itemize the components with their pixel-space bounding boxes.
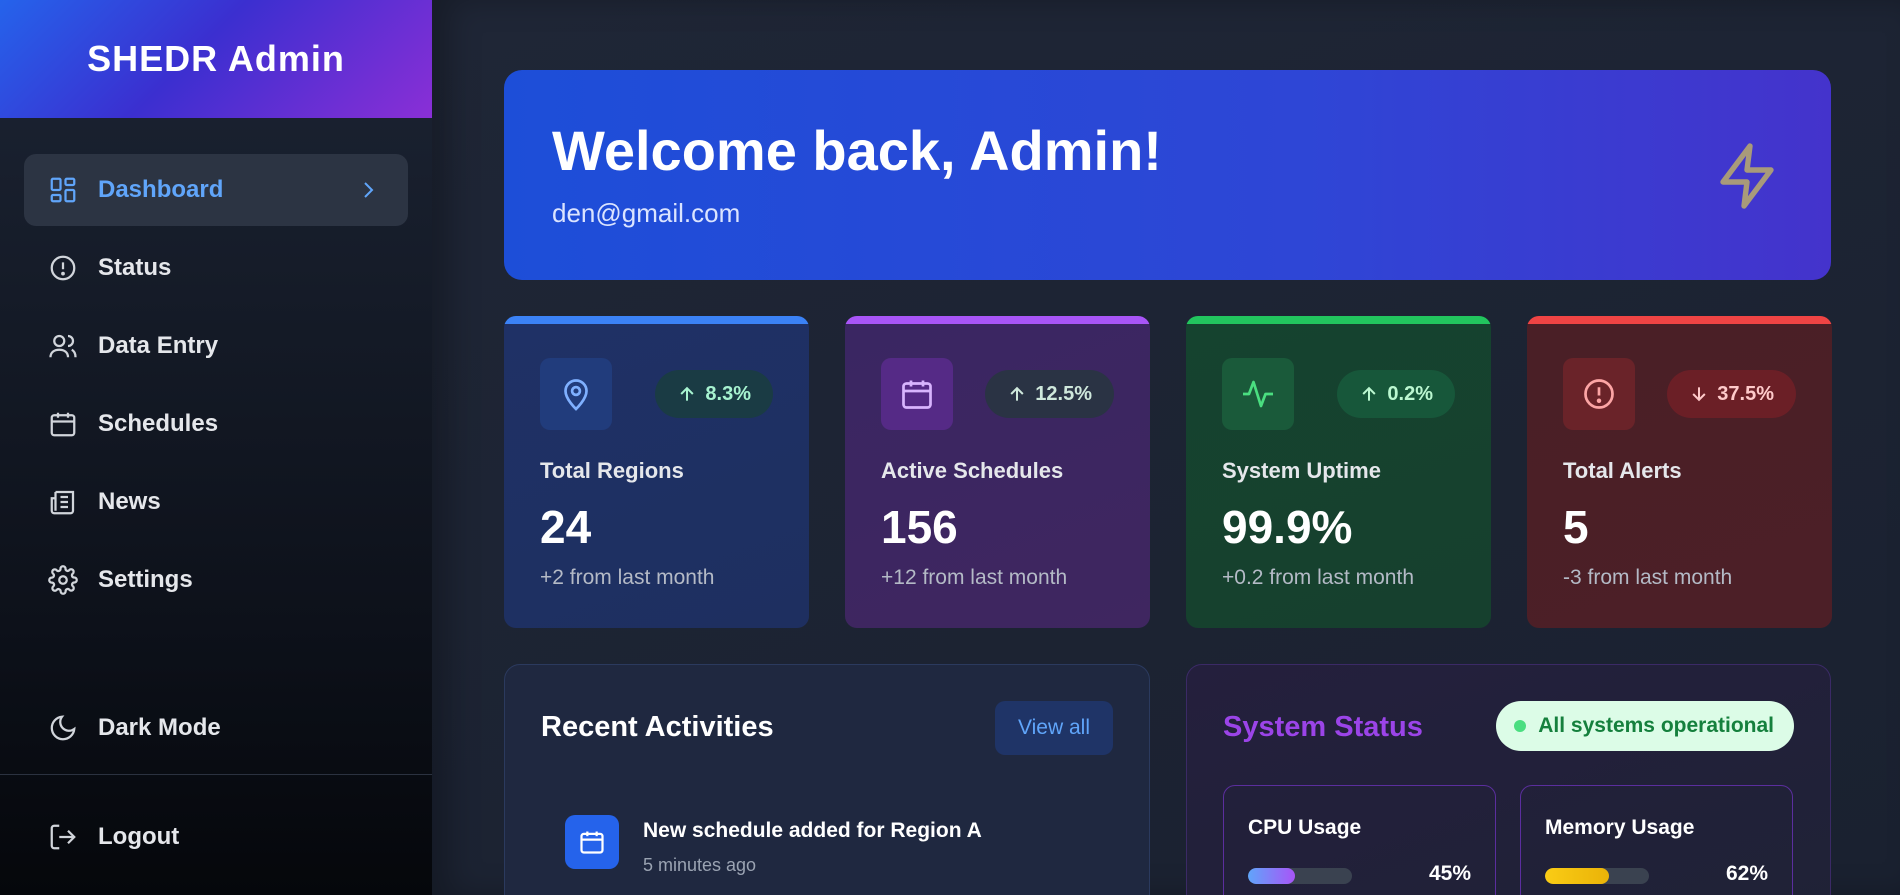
- moon-icon: [48, 713, 78, 743]
- stat-label: Total Alerts: [1563, 458, 1682, 483]
- change-badge: 8.3%: [655, 370, 773, 418]
- change-badge: 12.5%: [985, 370, 1114, 418]
- card-accent-bar: [1186, 316, 1491, 324]
- user-email: den@gmail.com: [552, 198, 741, 228]
- activity-icon: [1222, 358, 1294, 430]
- stat-subtext: +0.2 from last month: [1222, 566, 1415, 589]
- dark-mode-label: Dark Mode: [98, 714, 221, 741]
- welcome-title: Welcome back, Admin!: [552, 119, 1162, 182]
- chevron-right-icon: [364, 182, 374, 198]
- sidebar-divider: [0, 774, 432, 775]
- alert-circle-icon: [1563, 358, 1635, 430]
- progress-fill: [1545, 868, 1610, 884]
- recent-activities-title: Recent Activities: [541, 711, 774, 743]
- gear-icon: [48, 565, 78, 595]
- sidebar-item-data-entry[interactable]: Data Entry: [24, 310, 408, 382]
- arrow-up-icon: [1010, 386, 1024, 401]
- change-badge: 37.5%: [1667, 370, 1796, 418]
- metric-label: Memory Usage: [1545, 816, 1695, 839]
- recent-activities-panel: Recent Activities View all New schedule …: [504, 664, 1150, 895]
- progress-track: [1545, 868, 1649, 884]
- arrow-down-icon: [1692, 387, 1706, 402]
- activity-title: New schedule added for Region A: [643, 819, 982, 842]
- sidebar-item-settings[interactable]: Settings: [24, 544, 408, 616]
- change-value: 37.5%: [1717, 382, 1774, 405]
- sidebar-nav: Dashboard Status Data Entry Schedules Ne…: [0, 118, 432, 616]
- status-badge: All systems operational: [1496, 701, 1794, 751]
- sidebar-item-label: Dashboard: [98, 176, 224, 203]
- card-accent-bar: [504, 316, 809, 324]
- stat-label: Total Regions: [540, 458, 684, 483]
- calendar-icon: [881, 358, 953, 430]
- logout-icon: [48, 822, 78, 852]
- stat-subtext: +12 from last month: [881, 566, 1068, 589]
- users-icon: [48, 331, 78, 361]
- change-value: 0.2%: [1387, 382, 1433, 405]
- stat-subtext: +2 from last month: [540, 566, 715, 589]
- sidebar-item-label: News: [98, 488, 161, 515]
- activity-text: New schedule added for Region A 5 minute…: [643, 815, 982, 876]
- sidebar-item-schedules[interactable]: Schedules: [24, 388, 408, 460]
- change-badge: 0.2%: [1337, 370, 1455, 418]
- calendar-icon: [48, 409, 78, 439]
- stat-subtext: -3 from last month: [1563, 566, 1733, 589]
- brand-title: SHEDR Admin: [0, 0, 432, 118]
- sidebar-item-status[interactable]: Status: [24, 232, 408, 304]
- stat-card-total-regions: 8.3% Total Regions 24 +2 from last month: [504, 316, 809, 628]
- metric-value: 45%: [1428, 862, 1471, 885]
- progress-fill: [1248, 868, 1295, 884]
- stat-card-total-alerts: 37.5% Total Alerts 5 -3 from last month: [1527, 316, 1832, 628]
- sidebar: SHEDR Admin Dashboard Status Data Entry: [0, 0, 432, 895]
- map-pin-icon: [540, 358, 612, 430]
- card-accent-bar: [1527, 316, 1832, 324]
- metric-value: 62%: [1725, 862, 1768, 885]
- logout-button[interactable]: Logout: [24, 801, 408, 873]
- card-accent-bar: [845, 316, 1150, 324]
- stat-value: 5: [1563, 501, 1589, 553]
- stat-label: Active Schedules: [881, 458, 1064, 483]
- view-all-button[interactable]: View all: [995, 701, 1113, 755]
- metric-label: CPU Usage: [1248, 816, 1362, 839]
- alert-circle-icon: [48, 253, 78, 283]
- system-status-panel: System Status All systems operational CP…: [1186, 664, 1831, 895]
- stat-card-system-uptime: 0.2% System Uptime 99.9% +0.2 from last …: [1186, 316, 1491, 628]
- progress-track: [1248, 868, 1352, 884]
- sidebar-item-label: Schedules: [98, 410, 219, 437]
- change-value: 12.5%: [1035, 382, 1092, 405]
- stat-value: 156: [881, 501, 958, 553]
- activity-time: 5 minutes ago: [643, 855, 757, 875]
- newspaper-icon: [48, 487, 78, 517]
- dashboard-icon: [48, 175, 78, 205]
- status-dot: [1514, 720, 1527, 732]
- metric-card-memory: Memory Usage 62%: [1520, 785, 1793, 895]
- arrow-up-icon: [680, 386, 694, 401]
- main-content: Welcome back, Admin! den@gmail.com 8.3% …: [432, 0, 1900, 895]
- change-value: 8.3%: [705, 382, 751, 405]
- stat-label: System Uptime: [1222, 458, 1381, 483]
- sidebar-item-label: Data Entry: [98, 332, 219, 359]
- stat-value: 24: [540, 501, 592, 553]
- calendar-icon: [565, 815, 619, 869]
- status-badge-label: All systems operational: [1538, 714, 1774, 737]
- arrow-up-icon: [1362, 386, 1376, 401]
- dark-mode-toggle[interactable]: Dark Mode: [24, 692, 408, 764]
- lightning-icon: [1720, 143, 1774, 209]
- sidebar-item-label: Status: [98, 254, 172, 281]
- logout-label: Logout: [98, 823, 180, 850]
- sidebar-item-label: Settings: [98, 566, 193, 593]
- list-item[interactable]: New schedule added for Region A 5 minute…: [565, 815, 982, 876]
- sidebar-item-dashboard[interactable]: Dashboard: [24, 154, 408, 226]
- system-status-title: System Status: [1223, 711, 1423, 743]
- metric-card-cpu: CPU Usage 45%: [1223, 785, 1496, 895]
- stat-card-active-schedules: 12.5% Active Schedules 156 +12 from last…: [845, 316, 1150, 628]
- welcome-banner: Welcome back, Admin! den@gmail.com: [504, 70, 1831, 280]
- stat-value: 99.9%: [1222, 501, 1353, 553]
- sidebar-item-news[interactable]: News: [24, 466, 408, 538]
